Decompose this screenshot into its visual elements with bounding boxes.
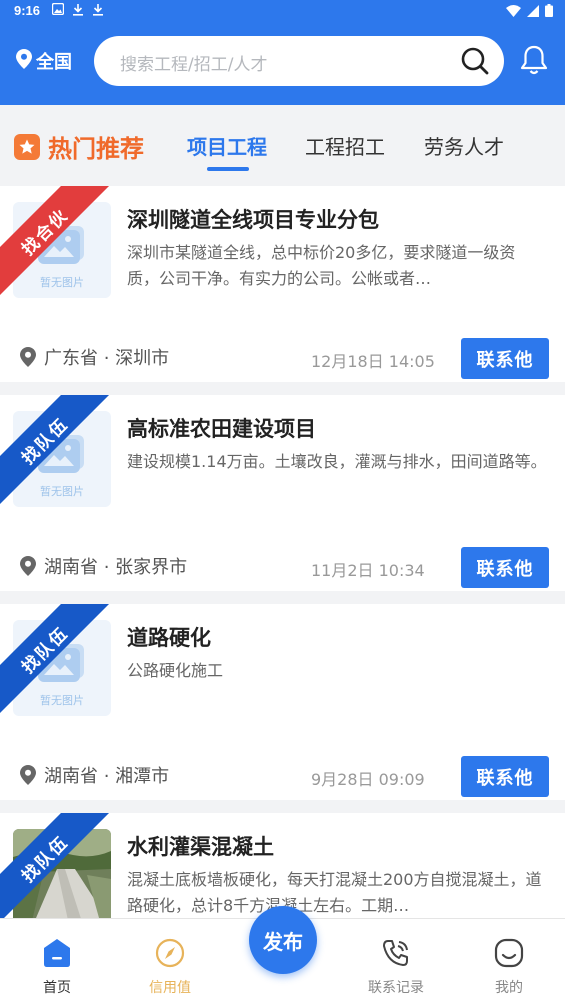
nav-home[interactable]: 首页: [12, 919, 102, 1004]
location-selector[interactable]: 全国: [16, 48, 72, 74]
category-tabs: 热门推荐 项目工程 工程招工 劳务人才: [0, 105, 565, 185]
search-placeholder: 搜索工程/招工/人才: [120, 55, 268, 75]
contact-button[interactable]: 联系他: [461, 338, 549, 379]
card-description: 深圳市某隧道全线，总中标价20多亿，要求隧道一级资质，公司干净。有实力的公司。公…: [127, 243, 516, 288]
card-time: 9月28日 09:09: [311, 770, 425, 789]
card-description: 建设规模1.14万亩。土壤改良，灌溉与排水，田间道路等。: [127, 452, 547, 471]
tab-labor-talent[interactable]: 劳务人才: [424, 131, 504, 160]
project-card[interactable]: 暂无图片 找合伙 深圳隧道全线项目专业分包 深圳市某隧道全线，总中标价20多亿，…: [0, 186, 565, 382]
nav-home-label: 首页: [43, 980, 71, 996]
card-title: 水利灌渠混凝土: [127, 835, 274, 859]
card-location: 湖南省 · 张家界市: [20, 553, 187, 579]
nav-credit[interactable]: 信用值: [125, 919, 215, 1004]
location-pin-icon: [20, 556, 36, 576]
location-pin-icon: [20, 765, 36, 785]
smile-face-icon: [494, 938, 524, 968]
location-pin-icon: [20, 347, 36, 367]
contact-button[interactable]: 联系他: [461, 547, 549, 588]
card-title: 道路硬化: [127, 626, 211, 650]
card-time: 12月18日 14:05: [311, 352, 435, 371]
star-icon: [14, 133, 40, 160]
card-location: 广东省 · 深圳市: [20, 344, 169, 370]
card-title: 高标准农田建设项目: [127, 417, 316, 441]
nav-contact-records[interactable]: 联系记录: [351, 919, 441, 1004]
location-label: 全国: [36, 52, 72, 73]
nav-contact-records-label: 联系记录: [368, 980, 424, 996]
publish-button[interactable]: 发布: [249, 906, 317, 974]
home-icon: [44, 939, 70, 967]
compass-icon: [155, 938, 185, 968]
project-card[interactable]: 暂无图片 找队伍 道路硬化 公路硬化施工 湖南省 · 湘潭市 9月28日 09:…: [0, 604, 565, 800]
nav-credit-label: 信用值: [149, 980, 191, 996]
project-card[interactable]: 暂无图片 找队伍 高标准农田建设项目 建设规模1.14万亩。土壤改良，灌溉与排水…: [0, 395, 565, 591]
card-location: 湖南省 · 湘潭市: [20, 762, 169, 788]
card-description: 公路硬化施工: [127, 661, 224, 680]
download-notification-icon: [92, 3, 104, 16]
card-location-label: 广东省 · 深圳市: [44, 348, 170, 369]
tab-recruitment[interactable]: 工程招工: [305, 131, 385, 160]
card-location-label: 湖南省 · 湘潭市: [44, 766, 170, 787]
card-location-label: 湖南省 · 张家界市: [44, 557, 188, 578]
status-notification-icons: [51, 2, 104, 16]
location-pin-icon: [16, 48, 36, 74]
search-icon[interactable]: [460, 46, 490, 80]
status-bar: 9:16: [0, 0, 565, 24]
app-screen: 9:16 全国 搜索工程/招工/人才 热门推荐 项目工程 工程招工 劳务人才 暂…: [0, 0, 565, 1004]
no-image-caption: 暂无图片: [40, 694, 84, 707]
project-card[interactable]: 找队伍 水利灌渠混凝土 混凝土底板墙板硬化，每天打混凝土200方自搅混凝土，道路…: [0, 813, 565, 918]
card-title: 深圳隧道全线项目专业分包: [127, 208, 379, 232]
hot-recommend-label: 热门推荐: [48, 135, 144, 163]
nav-mine-label: 我的: [495, 980, 523, 996]
top-header: 9:16 全国 搜索工程/招工/人才: [0, 0, 565, 105]
download-notification-icon: [72, 3, 84, 16]
status-system-icons: [506, 4, 553, 21]
tab-project[interactable]: 项目工程: [187, 131, 267, 160]
phone-icon: [383, 940, 408, 966]
hot-recommend-heading: 热门推荐: [14, 129, 144, 164]
signal-icon: [527, 4, 539, 21]
nav-mine[interactable]: 我的: [464, 919, 554, 1004]
search-bar[interactable]: 搜索工程/招工/人才: [94, 36, 504, 86]
contact-button[interactable]: 联系他: [461, 756, 549, 797]
status-time: 9:16: [14, 3, 41, 18]
battery-icon: [545, 4, 553, 21]
wifi-icon: [506, 4, 521, 21]
notification-bell-icon[interactable]: [519, 44, 549, 80]
gallery-notification-icon: [51, 2, 65, 16]
active-tab-indicator: [207, 167, 249, 171]
no-image-caption: 暂无图片: [40, 485, 84, 498]
card-description: 混凝土底板墙板硬化，每天打混凝土200方自搅混凝土，道路硬化，总计8千方混凝土左…: [127, 870, 542, 915]
no-image-caption: 暂无图片: [40, 276, 84, 289]
card-time: 11月2日 10:34: [311, 561, 425, 580]
